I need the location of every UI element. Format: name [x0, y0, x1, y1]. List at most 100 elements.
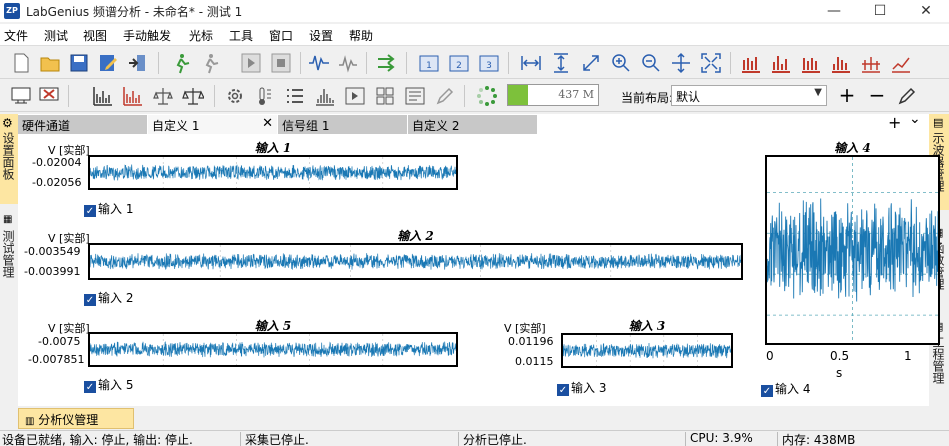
device-connect-icon[interactable]	[10, 85, 32, 107]
chart-4-legend[interactable]: ✓ 输入 4	[761, 380, 810, 397]
scale-icon[interactable]	[182, 85, 204, 107]
chart-3-legend[interactable]: ✓ 输入 3	[557, 379, 606, 396]
chart-5-plot[interactable]	[88, 332, 458, 367]
menu-settings[interactable]: 设置	[309, 27, 333, 44]
zoom-diagonal-icon[interactable]	[580, 52, 602, 74]
chart-4-x-unit: s	[836, 366, 843, 380]
menu-test[interactable]: 测试	[44, 27, 68, 44]
pan-icon[interactable]	[670, 52, 692, 74]
chart-5-y-tick-bottom: -0.007851	[28, 353, 85, 366]
layout-2-icon[interactable]: 2	[448, 52, 470, 74]
open-folder-icon[interactable]	[39, 52, 61, 74]
fit-vertical-icon[interactable]	[550, 52, 572, 74]
stop-icon[interactable]	[270, 52, 292, 74]
exit-icon[interactable]	[126, 52, 148, 74]
gear-icon[interactable]	[224, 85, 246, 107]
cursor-chart-icon[interactable]	[860, 52, 882, 74]
add-layout-icon[interactable]: +	[836, 85, 858, 107]
remove-layout-icon[interactable]: −	[866, 85, 888, 107]
grid-view-icon[interactable]	[374, 85, 396, 107]
layout-dropdown[interactable]: 默认 ▼	[671, 85, 827, 106]
grid-icon: ▦	[3, 214, 13, 225]
balance-icon[interactable]	[152, 85, 174, 107]
status-device: 设备已就绪, 输入: 停止, 输出: 停止.	[2, 433, 193, 446]
svg-text:3: 3	[486, 61, 492, 71]
checkbox-icon[interactable]: ✓	[84, 205, 96, 217]
zoom-out-icon[interactable]	[640, 52, 662, 74]
save-icon[interactable]	[68, 52, 90, 74]
menu-window[interactable]: 窗口	[269, 27, 293, 44]
layout-1-icon[interactable]: 1	[418, 52, 440, 74]
spectrum-icon[interactable]	[92, 85, 114, 107]
bar-chart-2-icon[interactable]	[770, 52, 792, 74]
close-tab-icon[interactable]: ✕	[262, 116, 273, 131]
device-disconnect-icon[interactable]	[38, 85, 60, 107]
waveform-settings-icon[interactable]	[338, 52, 360, 74]
tab-menu-button[interactable]: ⌄	[909, 111, 921, 127]
tab-custom-2[interactable]: 自定义 2	[408, 115, 538, 134]
play-icon[interactable]	[240, 52, 262, 74]
tab-signal-group-1[interactable]: 信号组 1	[278, 115, 408, 134]
chart-1-legend[interactable]: ✓ 输入 1	[84, 200, 133, 217]
spectrum-red-icon[interactable]	[122, 85, 144, 107]
report-icon[interactable]	[404, 85, 426, 107]
chart-3-plot[interactable]	[561, 333, 733, 368]
chart-4-x-tick-0: 0	[766, 349, 774, 363]
menu-cursor[interactable]: 光标	[189, 27, 213, 44]
chevron-down-icon: ▼	[814, 87, 822, 98]
peak-chart-icon[interactable]	[314, 85, 336, 107]
chart-3-trace	[563, 335, 731, 366]
checkbox-icon[interactable]: ✓	[557, 384, 569, 396]
chart-5-y-unit: V [实部]	[48, 322, 90, 335]
list-icon[interactable]	[284, 85, 306, 107]
chart-1-plot[interactable]	[88, 155, 458, 190]
pen-icon[interactable]	[434, 85, 456, 107]
trend-chart-icon[interactable]	[890, 52, 912, 74]
waveform-icon[interactable]	[308, 52, 330, 74]
bar-chart-icon[interactable]	[740, 52, 762, 74]
menu-help[interactable]: 帮助	[349, 27, 373, 44]
chart-2-plot[interactable]	[88, 243, 743, 280]
checkbox-icon[interactable]: ✓	[84, 294, 96, 306]
chart-2-legend[interactable]: ✓ 输入 2	[84, 289, 133, 306]
signal-trace	[90, 164, 456, 181]
bar-chart-4-icon[interactable]	[830, 52, 852, 74]
chart-5-trace	[90, 334, 456, 365]
run-icon[interactable]	[170, 52, 192, 74]
bar-chart-3-icon[interactable]	[800, 52, 822, 74]
chart-5-legend[interactable]: ✓ 输入 5	[84, 376, 133, 393]
maximize-button[interactable]: ☐	[857, 0, 903, 22]
menu-file[interactable]: 文件	[4, 27, 28, 44]
menu-tools[interactable]: 工具	[229, 27, 253, 44]
settings-panel-tab[interactable]: ⚙ 设置面板	[0, 114, 18, 204]
tab-custom-1[interactable]: 自定义 1 ✕	[148, 115, 278, 134]
thermometer-icon[interactable]	[254, 85, 276, 107]
run-step-icon[interactable]	[199, 52, 221, 74]
test-manager-tab[interactable]: ▦ 测试管理	[0, 212, 18, 302]
new-file-icon[interactable]	[10, 52, 32, 74]
checkbox-icon[interactable]: ✓	[761, 385, 773, 397]
frame-step-icon[interactable]	[344, 85, 366, 107]
memory-progress-fill	[508, 85, 528, 105]
analyzer-icon: ▥	[25, 416, 35, 427]
zoom-in-icon[interactable]	[610, 52, 632, 74]
tab-hardware-channels[interactable]: 硬件通道	[18, 115, 148, 134]
analyzer-manager-tab[interactable]: ▥ 分析仪管理	[18, 408, 134, 429]
menu-manual-trigger[interactable]: 手动触发	[123, 27, 171, 44]
test-manager-label: 测试管理	[1, 230, 15, 278]
tab-label: 自定义 1	[152, 119, 200, 133]
layout-3-icon[interactable]: 3	[478, 52, 500, 74]
checkbox-icon[interactable]: ✓	[84, 381, 96, 393]
chart-3-legend-label: 输入 3	[571, 381, 607, 395]
transfer-arrows-icon[interactable]	[376, 52, 398, 74]
fit-horizontal-icon[interactable]	[520, 52, 542, 74]
status-acquisition: 采集已停止.	[245, 433, 309, 446]
close-button[interactable]: ✕	[903, 0, 949, 22]
add-tab-button[interactable]: +	[888, 113, 901, 132]
menu-view[interactable]: 视图	[83, 27, 107, 44]
minimize-button[interactable]: —	[811, 0, 857, 22]
fullscreen-icon[interactable]	[700, 52, 722, 74]
edit-layout-icon[interactable]	[896, 85, 918, 107]
edit-icon[interactable]	[97, 52, 119, 74]
chart-4-plot[interactable]	[765, 155, 940, 345]
